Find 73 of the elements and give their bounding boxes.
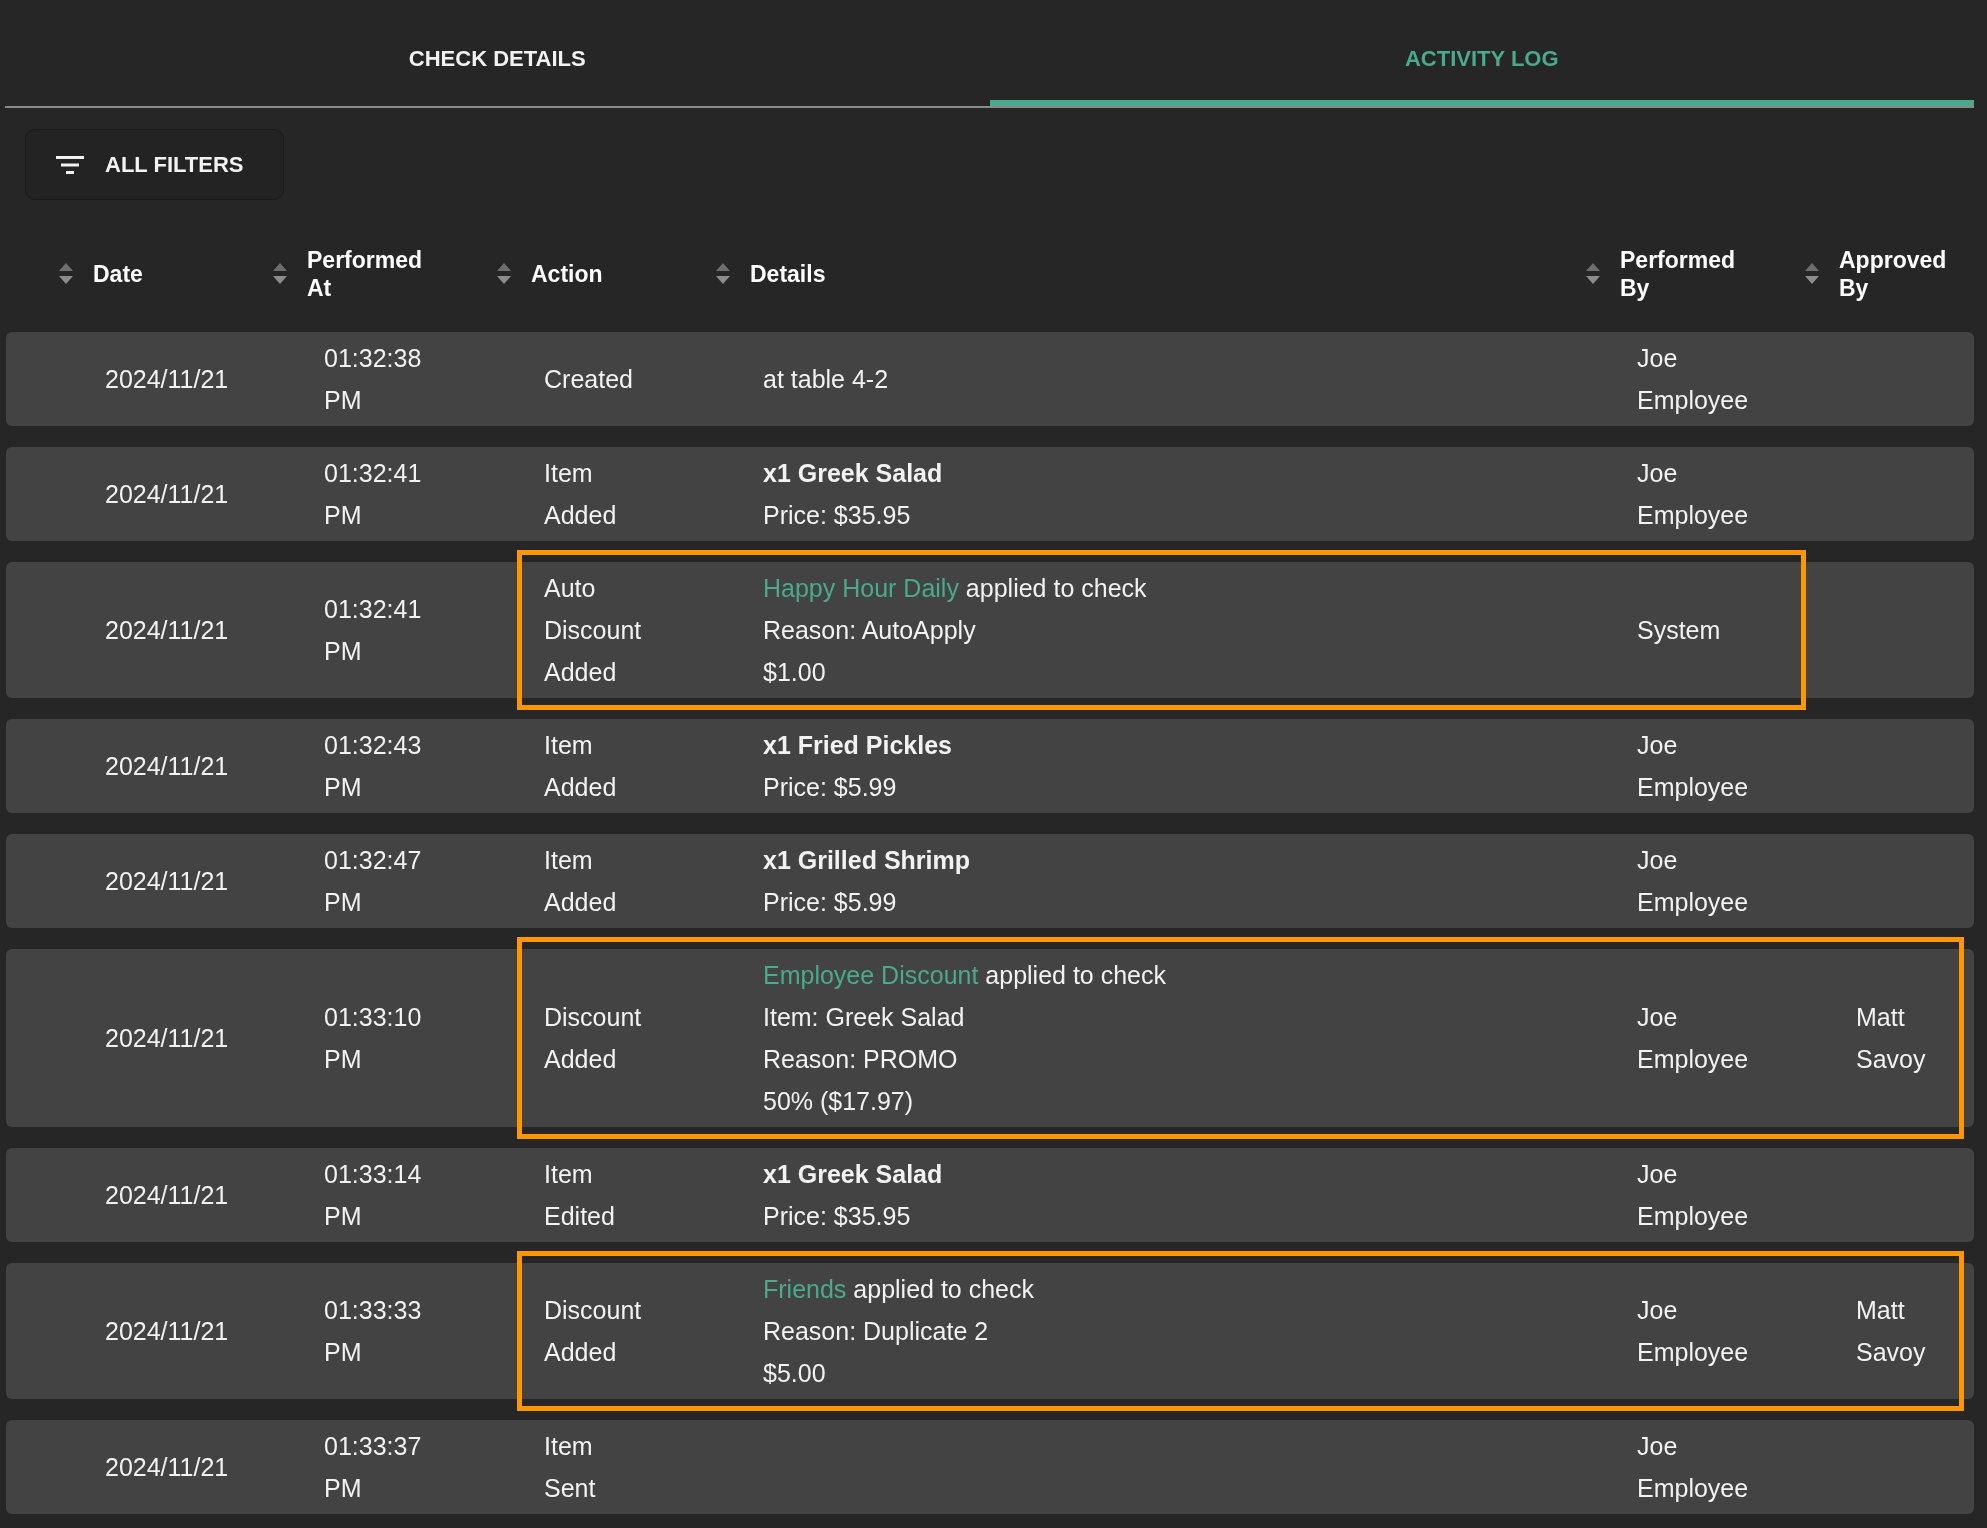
sort-icon — [59, 263, 73, 285]
date-text: 2024/11/21 — [105, 751, 229, 782]
date-text: 2024/11/21 — [105, 866, 229, 897]
detail-text: Price: $5.99 — [763, 772, 897, 803]
date-text: 2024/11/21 — [105, 479, 229, 510]
detail-text: Price: $5.99 — [763, 887, 897, 918]
detail-text: Reason: PROMO — [763, 1044, 958, 1075]
approver-name: Matt Savoy — [1856, 1002, 1926, 1075]
time-text: 01:32:41 PM — [324, 458, 422, 531]
date-text: 2024/11/21 — [105, 364, 229, 395]
time-text: 01:33:33 PM — [324, 1295, 422, 1368]
performer-name: System — [1637, 615, 1721, 646]
column-header[interactable]: Approved By — [1797, 246, 1947, 302]
item-name: x1 Greek Salad — [763, 458, 943, 489]
date-text: 2024/11/21 — [105, 1023, 229, 1054]
time-text: 01:32:38 PM — [324, 343, 422, 416]
detail-text: Friends applied to check — [763, 1274, 1034, 1305]
date-text: 2024/11/21 — [105, 615, 229, 646]
action-text: Item Added — [544, 730, 617, 803]
item-name: x1 Greek Salad — [763, 1159, 943, 1190]
detail-text: Employee Discount applied to check — [763, 960, 1166, 991]
action-text: Auto Discount Added — [544, 573, 642, 688]
action-text: Item Added — [544, 458, 617, 531]
time-text: 01:32:41 PM — [324, 594, 422, 667]
detail-text: Reason: AutoApply — [763, 615, 976, 646]
action-text: Discount Added — [544, 1002, 642, 1075]
detail-text: Price: $35.95 — [763, 1201, 911, 1232]
detail-text: Price: $35.95 — [763, 500, 911, 531]
column-header[interactable]: Action — [489, 260, 603, 288]
performer-name: Joe Employee — [1637, 845, 1749, 918]
column-header[interactable]: Performed By — [1578, 246, 1736, 302]
detail-text: $1.00 — [763, 657, 826, 688]
detail-text: at table 4-2 — [763, 364, 889, 395]
date-text: 2024/11/21 — [105, 1180, 229, 1211]
time-text: 01:33:10 PM — [324, 1002, 422, 1075]
performer-name: Joe Employee — [1637, 730, 1749, 803]
detail-text: Reason: Duplicate 2 — [763, 1316, 989, 1347]
action-text: Item Added — [544, 845, 617, 918]
action-text: Item Edited — [544, 1159, 615, 1232]
detail-text: $5.00 — [763, 1358, 826, 1389]
action-text: Created — [544, 364, 633, 395]
column-header[interactable]: Performed At — [265, 246, 423, 302]
filters-button[interactable]: ALL FILTERS — [25, 129, 284, 200]
filter-icon — [56, 155, 84, 174]
detail-text: Happy Hour Daily applied to check — [763, 573, 1147, 604]
performer-name: Joe Employee — [1637, 1431, 1749, 1504]
performer-name: Joe Employee — [1637, 1295, 1749, 1368]
approver-name: Matt Savoy — [1856, 1295, 1926, 1368]
sort-icon — [497, 263, 511, 285]
action-text: Discount Added — [544, 1295, 642, 1368]
performer-name: Joe Employee — [1637, 343, 1749, 416]
sort-icon — [1586, 263, 1600, 285]
performer-name: Joe Employee — [1637, 1159, 1749, 1232]
sort-icon — [716, 263, 730, 285]
detail-text: 50% ($17.97) — [763, 1086, 914, 1117]
performer-name: Joe Employee — [1637, 1002, 1749, 1075]
detail-text: Item: Greek Salad — [763, 1002, 965, 1033]
sort-icon — [273, 263, 287, 285]
column-header[interactable]: Date — [51, 260, 143, 288]
action-text: Item Sent — [544, 1431, 596, 1504]
tab[interactable]: CHECK DETAILS — [5, 0, 990, 106]
column-header[interactable]: Details — [708, 260, 826, 288]
time-text: 01:33:14 PM — [324, 1159, 422, 1232]
item-name: x1 Fried Pickles — [763, 730, 952, 761]
sort-icon — [1805, 263, 1819, 285]
performer-name: Joe Employee — [1637, 458, 1749, 531]
date-text: 2024/11/21 — [105, 1452, 229, 1483]
tab[interactable]: ACTIVITY LOG — [989, 0, 1974, 106]
date-text: 2024/11/21 — [105, 1316, 229, 1347]
time-text: 01:32:47 PM — [324, 845, 422, 918]
time-text: 01:33:37 PM — [324, 1431, 422, 1504]
item-name: x1 Grilled Shrimp — [763, 845, 970, 876]
time-text: 01:32:43 PM — [324, 730, 422, 803]
